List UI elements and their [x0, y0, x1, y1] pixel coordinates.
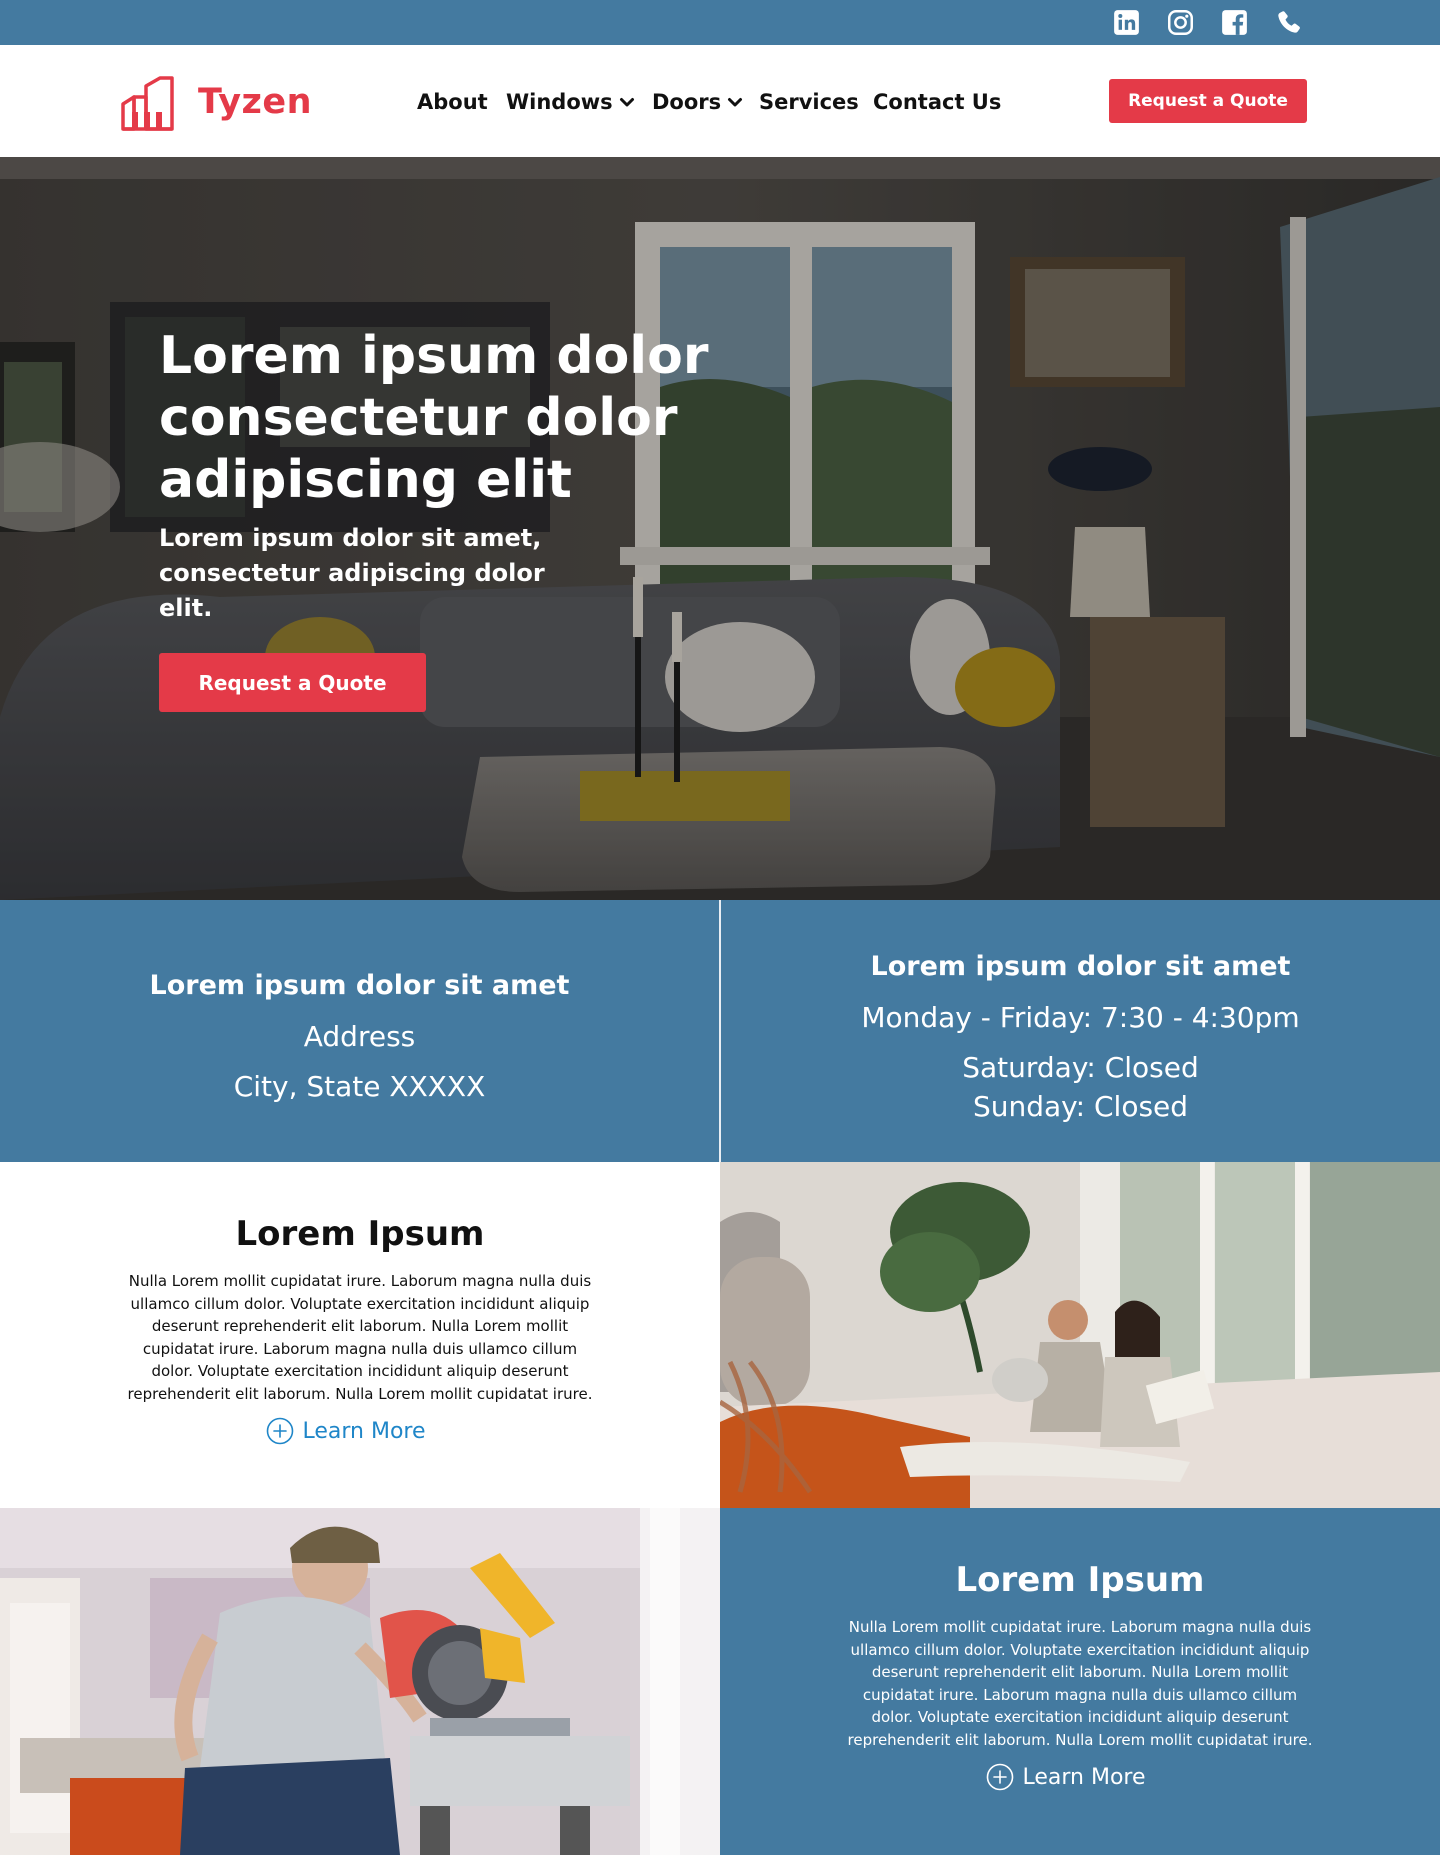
nav-label: Contact Us [873, 90, 1002, 114]
chevron-down-icon [727, 94, 743, 110]
instagram-icon[interactable] [1167, 9, 1194, 36]
city-state-line: City, State XXXXX [233, 1070, 486, 1103]
hero-request-quote-button[interactable]: Request a Quote [159, 653, 426, 712]
learn-more-label: Learn More [302, 1418, 426, 1444]
saturday-hours: Saturday: Closed [962, 1051, 1199, 1084]
feature-body: Nulla Lorem mollit cupidatat irure. Labo… [847, 1618, 1313, 1749]
nav-doors[interactable]: Doors [652, 85, 743, 119]
plus-circle-icon [266, 1417, 294, 1445]
couple-on-sofa-photo [720, 1162, 1440, 1508]
nav-windows[interactable]: Windows [506, 85, 635, 119]
carpenter-with-saw-photo [0, 1508, 720, 1855]
address-line: Address [303, 1020, 416, 1053]
building-logo-icon [121, 76, 174, 131]
hero-title: Lorem ipsum dolor consectetur dolor adip… [159, 326, 709, 510]
brand-logo[interactable]: Tyzen [120, 71, 312, 133]
nav-contact-us[interactable]: Contact Us [873, 85, 1001, 119]
hero-subtitle: Lorem ipsum dolor sit amet, consectetur … [159, 524, 545, 622]
top-social-bar [0, 0, 1440, 45]
weekday-hours: Monday - Friday: 7:30 - 4:30pm [861, 1001, 1300, 1034]
chevron-down-icon [619, 94, 635, 110]
address-title: Lorem ipsum dolor sit amet [149, 970, 570, 1001]
nav-label: About [417, 90, 488, 114]
learn-more-link[interactable]: Learn More [706, 1763, 1426, 1791]
hours-title: Lorem ipsum dolor sit amet [870, 951, 1291, 982]
address-block: Lorem ipsum dolor sit amet Address City,… [0, 900, 719, 1162]
feature-body: Nulla Lorem mollit cupidatat irure. Labo… [127, 1272, 593, 1403]
sunday-hours: Sunday: Closed [972, 1090, 1189, 1123]
couple-photo-art [720, 1162, 1440, 1508]
nav-label: Doors [652, 90, 722, 114]
carpenter-photo-art [0, 1508, 720, 1855]
feature-title: Lorem Ipsum [235, 1214, 485, 1254]
learn-more-link[interactable]: Learn More [0, 1417, 706, 1445]
feature-block-1: Lorem Ipsum Nulla Lorem mollit cupidatat… [0, 1162, 720, 1508]
nav-services[interactable]: Services [759, 85, 859, 119]
linkedin-icon[interactable] [1113, 9, 1140, 36]
header-request-quote-button[interactable]: Request a Quote [1109, 79, 1307, 123]
hero-section: Lorem ipsum dolor consectetur dolor adip… [0, 157, 1440, 900]
brand-name: Tyzen [198, 82, 313, 122]
facebook-icon[interactable] [1221, 9, 1248, 36]
hours-block: Lorem ipsum dolor sit amet Monday - Frid… [721, 900, 1440, 1162]
feature-block-2: Lorem Ipsum Nulla Lorem mollit cupidatat… [720, 1508, 1440, 1855]
info-band: Lorem ipsum dolor sit amet Address City,… [0, 900, 1440, 1162]
learn-more-label: Learn More [1022, 1764, 1146, 1790]
phone-icon[interactable] [1275, 9, 1302, 36]
plus-circle-icon [986, 1763, 1014, 1791]
nav-label: Windows [506, 90, 613, 114]
site-header: Tyzen About Windows Doors Services Conta… [0, 45, 1440, 157]
nav-label: Services [759, 90, 859, 114]
feature-title: Lorem Ipsum [955, 1560, 1205, 1600]
nav-about[interactable]: About [417, 85, 488, 119]
